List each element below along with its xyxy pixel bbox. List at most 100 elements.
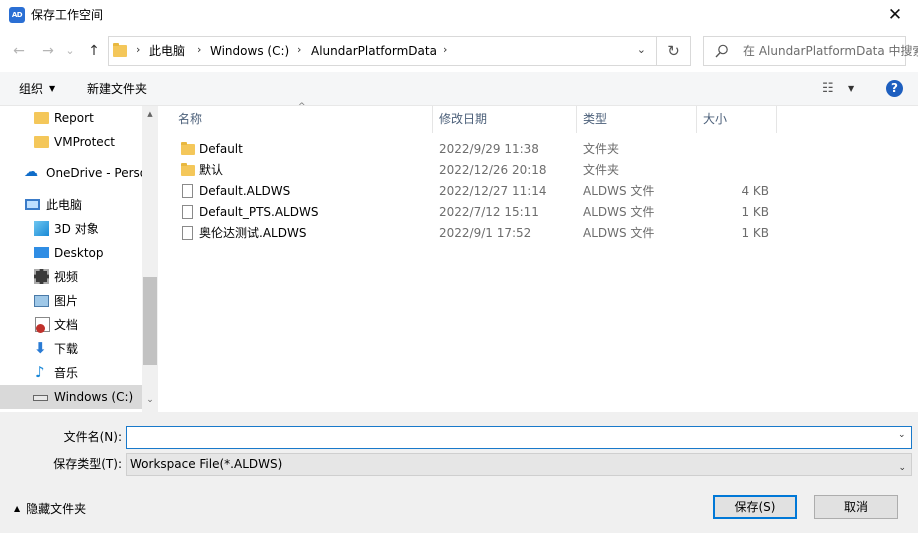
filename-label: 文件名(N): <box>63 430 122 444</box>
file-icon <box>182 226 193 240</box>
close-icon: ✕ <box>887 5 903 25</box>
cancel-button[interactable]: 取消 <box>814 495 898 519</box>
breadcrumb-separator-icon[interactable]: › <box>443 43 447 56</box>
column-header-size[interactable]: 大小 <box>703 106 727 133</box>
view-options-icon[interactable]: ☷ <box>822 81 834 96</box>
sidebar-item-desktop[interactable]: Desktop <box>0 241 142 265</box>
file-date: 2022/12/27 11:14 <box>439 184 547 198</box>
breadcrumb-separator-icon[interactable]: › <box>297 43 301 56</box>
sidebar-item-report[interactable]: Report <box>0 106 142 130</box>
file-size: 1 KB <box>741 226 769 240</box>
column-divider[interactable] <box>696 106 697 133</box>
breadcrumb-separator-icon[interactable]: › <box>197 43 201 56</box>
sidebar-item-this-pc[interactable]: 此电脑 <box>0 193 142 217</box>
arrow-left-icon: ← <box>13 43 25 59</box>
sidebar-item-label: 音乐 <box>54 366 79 380</box>
drive-icon <box>33 395 48 401</box>
refresh-button[interactable]: ↻ <box>657 36 691 66</box>
caret-down-icon: ▼ <box>49 84 56 93</box>
table-row[interactable]: 默认 2022/12/26 20:18 文件夹 <box>158 160 918 181</box>
arrow-right-icon: → <box>42 43 54 59</box>
sidebar-item-documents[interactable]: 文档 <box>0 313 142 337</box>
organize-menu[interactable]: 组织 ▼ <box>19 81 55 97</box>
file-type: 文件夹 <box>583 163 620 177</box>
search-placeholder: 在 AlundarPlatformData 中搜索 <box>743 44 918 58</box>
window-title: 保存工作空间 <box>31 8 104 22</box>
file-size: 4 KB <box>741 184 769 198</box>
address-bar[interactable]: › 此电脑 › Windows (C:) › AlundarPlatformDa… <box>108 36 657 66</box>
title-bar: AD 保存工作空间 ✕ <box>0 0 918 31</box>
file-type: ALDWS 文件 <box>583 184 655 198</box>
chevron-down-icon: ⌄ <box>898 463 906 473</box>
folder-icon <box>34 112 49 124</box>
help-icon[interactable]: ? <box>886 80 903 97</box>
breadcrumb-separator-icon[interactable]: › <box>136 43 140 56</box>
file-date: 2022/9/1 17:52 <box>439 226 532 240</box>
sidebar-item-videos[interactable]: 视频 <box>0 265 142 289</box>
sidebar-scrollbar[interactable]: ▲ ⌄ <box>142 106 158 412</box>
sidebar-item-onedrive[interactable]: ☁ OneDrive - Personal <box>0 161 158 185</box>
sidebar-item-label: 文档 <box>54 318 79 332</box>
column-divider[interactable] <box>576 106 577 133</box>
column-divider[interactable] <box>432 106 433 133</box>
close-button[interactable]: ✕ <box>872 0 918 31</box>
scroll-down-icon[interactable]: ⌄ <box>142 395 158 405</box>
save-button[interactable]: 保存(S) <box>713 495 797 519</box>
file-type: 文件夹 <box>583 142 620 156</box>
table-row[interactable]: Default 2022/9/29 11:38 文件夹 <box>158 139 918 160</box>
save-form: 文件名(N): ⌄ 保存类型(T): Workspace File(*.ALDW… <box>0 412 918 533</box>
sidebar-item-windows-c[interactable]: Windows (C:) <box>0 385 142 409</box>
video-icon <box>34 269 49 284</box>
back-button[interactable]: ← <box>9 41 29 61</box>
scrollbar-thumb[interactable] <box>143 277 157 365</box>
table-row[interactable]: Default_PTS.ALDWS 2022/7/12 15:11 ALDWS … <box>158 202 918 223</box>
search-box[interactable]: 在 AlundarPlatformData 中搜索 <box>703 36 918 66</box>
breadcrumb-alundar-data[interactable]: AlundarPlatformData <box>311 44 437 58</box>
folder-icon <box>181 163 195 176</box>
breadcrumb-this-pc[interactable]: 此电脑 <box>149 44 185 58</box>
sidebar-item-3d-objects[interactable]: 3D 对象 <box>0 217 142 241</box>
breadcrumb-windows-c[interactable]: Windows (C:) <box>210 44 289 58</box>
address-dropdown-icon[interactable]: ⌄ <box>637 43 646 56</box>
hide-folders-toggle[interactable]: ▲ 隐藏文件夹 <box>14 501 86 517</box>
table-row[interactable]: Default.ALDWS 2022/12/27 11:14 ALDWS 文件 … <box>158 181 918 202</box>
sidebar-item-music[interactable]: ♪ 音乐 <box>0 361 142 385</box>
column-header-name[interactable]: 名称 <box>178 106 202 133</box>
file-type: ALDWS 文件 <box>583 205 655 219</box>
file-size: 1 KB <box>741 205 769 219</box>
column-header-date[interactable]: 修改日期 <box>439 106 487 133</box>
scroll-up-icon[interactable]: ▲ <box>142 110 158 118</box>
sidebar-item-label: Desktop <box>54 246 104 260</box>
column-divider[interactable] <box>776 106 777 133</box>
organize-label: 组织 <box>19 82 44 96</box>
up-button[interactable]: ↑ <box>84 41 104 61</box>
filename-input[interactable] <box>126 426 912 449</box>
chevron-down-icon[interactable]: ⌄ <box>898 430 913 440</box>
file-date: 2022/12/26 20:18 <box>439 163 547 177</box>
file-date: 2022/9/29 11:38 <box>439 142 539 156</box>
navigation-bar: ← → ⌄ ↑ › 此电脑 › Windows (C:) › AlundarPl… <box>0 31 918 72</box>
sidebar-item-pictures[interactable]: 图片 <box>0 289 142 313</box>
file-name: 奥伦达测试.ALDWS <box>199 226 307 240</box>
sidebar-item-downloads[interactable]: ⬇ 下载 <box>0 337 142 361</box>
forward-button[interactable]: → <box>38 41 58 61</box>
sidebar-item-label: 3D 对象 <box>54 222 99 236</box>
download-icon: ⬇ <box>34 339 47 357</box>
filetype-select[interactable]: Workspace File(*.ALDWS) ⌄ <box>126 453 912 476</box>
column-header-type[interactable]: 类型 <box>583 106 607 133</box>
computer-icon <box>25 199 40 210</box>
folder-icon <box>113 43 127 57</box>
command-toolbar: 组织 ▼ 新建文件夹 ☷ ▼ ? <box>0 72 918 106</box>
file-name: Default.ALDWS <box>199 184 291 198</box>
caret-down-icon[interactable]: ▼ <box>848 84 854 93</box>
file-date: 2022/7/12 15:11 <box>439 205 539 219</box>
file-name: Default <box>199 142 243 156</box>
arrow-up-icon: ↑ <box>88 43 100 59</box>
refresh-icon: ↻ <box>667 42 680 60</box>
recent-locations-button[interactable]: ⌄ <box>60 41 80 61</box>
cloud-icon: ☁ <box>24 164 38 180</box>
sidebar-item-vmprotect[interactable]: VMProtect <box>0 130 142 154</box>
table-row[interactable]: 奥伦达测试.ALDWS 2022/9/1 17:52 ALDWS 文件 1 KB <box>158 223 918 244</box>
new-folder-button[interactable]: 新建文件夹 <box>87 81 147 97</box>
filetype-value: Workspace File(*.ALDWS) <box>130 457 283 471</box>
